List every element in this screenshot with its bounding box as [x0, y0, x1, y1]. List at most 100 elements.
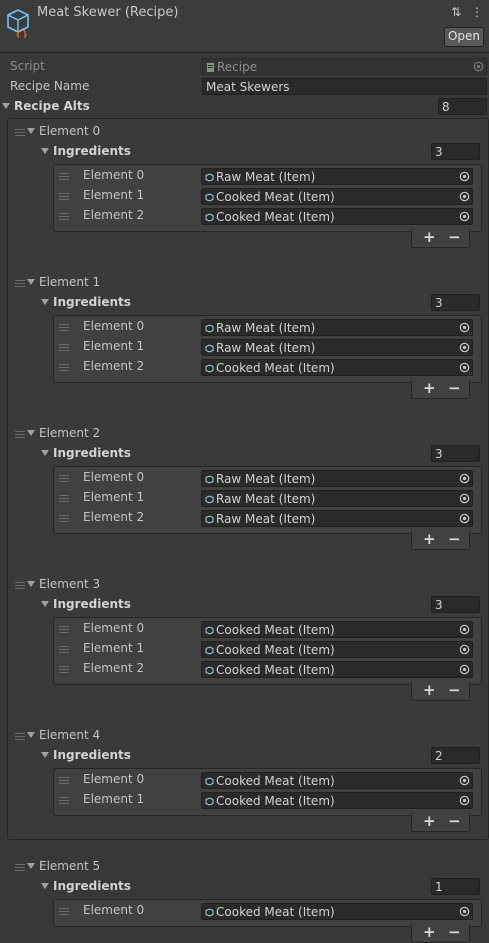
element-foldout[interactable]: Element 2 [27, 426, 100, 440]
ingredients-foldout[interactable]: Ingredients [41, 295, 131, 309]
recipe-name-input[interactable]: Meat Skewers [202, 78, 487, 95]
remove-element-button[interactable]: − [448, 681, 461, 699]
drag-handle-icon[interactable] [59, 495, 69, 502]
drag-handle-icon[interactable] [59, 908, 69, 915]
element-foldout[interactable]: Element 4 [27, 728, 100, 742]
ingredients-size-input[interactable]: 3 [431, 596, 480, 613]
element-foldout[interactable]: Element 3 [27, 577, 100, 591]
foldout-arrow-icon[interactable] [41, 148, 49, 154]
recipe-alts-size-input[interactable]: 8 [438, 98, 487, 115]
object-picker-icon[interactable] [459, 171, 470, 182]
ingredients-size-input[interactable]: 1 [431, 878, 480, 895]
object-picker-icon[interactable] [459, 775, 470, 786]
drag-handle-icon[interactable] [59, 213, 69, 220]
drag-handle-icon[interactable] [59, 646, 69, 653]
drag-handle-icon[interactable] [59, 777, 69, 784]
add-element-button[interactable]: + [423, 923, 436, 941]
foldout-arrow-icon[interactable] [27, 863, 35, 869]
ingredient-object-field[interactable]: Cooked Meat (Item) [201, 359, 473, 376]
drag-handle-icon[interactable] [15, 733, 25, 740]
object-picker-icon[interactable] [459, 211, 470, 222]
ingredients-foldout[interactable]: Ingredients [41, 597, 131, 611]
drag-handle-icon[interactable] [59, 173, 69, 180]
remove-element-button[interactable]: − [448, 923, 461, 941]
drag-handle-icon[interactable] [15, 431, 25, 438]
drag-handle-icon[interactable] [15, 280, 25, 287]
remove-element-button[interactable]: − [448, 379, 461, 397]
drag-handle-icon[interactable] [59, 626, 69, 633]
recipe-alts-foldout[interactable]: Recipe Alts [2, 99, 90, 113]
ingredient-object-field[interactable]: Cooked Meat (Item) [201, 208, 473, 225]
settings-icon[interactable]: ⇅ [451, 5, 461, 19]
remove-element-button[interactable]: − [448, 228, 461, 246]
element-foldout[interactable]: Element 5 [27, 859, 100, 873]
foldout-arrow-icon[interactable] [2, 103, 10, 109]
object-picker-icon[interactable] [459, 624, 470, 635]
ingredient-object-field[interactable]: Raw Meat (Item) [201, 319, 473, 336]
object-picker-icon[interactable] [459, 906, 470, 917]
foldout-arrow-icon[interactable] [41, 601, 49, 607]
ingredients-size-input[interactable]: 3 [431, 445, 480, 462]
ingredient-object-field[interactable]: Cooked Meat (Item) [201, 772, 473, 789]
foldout-arrow-icon[interactable] [41, 299, 49, 305]
object-picker-icon[interactable] [459, 342, 470, 353]
drag-handle-icon[interactable] [15, 129, 25, 136]
add-element-button[interactable]: + [423, 812, 436, 830]
object-picker-icon[interactable] [459, 795, 470, 806]
ingredients-size-input[interactable]: 2 [431, 747, 480, 764]
foldout-arrow-icon[interactable] [27, 732, 35, 738]
add-element-button[interactable]: + [423, 530, 436, 548]
object-picker-icon[interactable] [459, 513, 470, 524]
ingredients-foldout[interactable]: Ingredients [41, 748, 131, 762]
drag-handle-icon[interactable] [59, 797, 69, 804]
ingredient-object-field[interactable]: Cooked Meat (Item) [201, 621, 473, 638]
element-foldout[interactable]: Element 1 [27, 275, 100, 289]
foldout-arrow-icon[interactable] [27, 279, 35, 285]
open-button[interactable]: Open [444, 27, 484, 47]
drag-handle-icon[interactable] [59, 475, 69, 482]
object-picker-icon[interactable] [459, 644, 470, 655]
object-picker-icon[interactable] [459, 493, 470, 504]
foldout-arrow-icon[interactable] [41, 752, 49, 758]
ingredients-foldout[interactable]: Ingredients [41, 144, 131, 158]
object-picker-icon[interactable] [459, 473, 470, 484]
object-picker-icon[interactable] [459, 362, 470, 373]
drag-handle-icon[interactable] [59, 666, 69, 673]
ingredient-object-field[interactable]: Cooked Meat (Item) [201, 661, 473, 678]
ingredient-object-field[interactable]: Cooked Meat (Item) [201, 188, 473, 205]
add-element-button[interactable]: + [423, 681, 436, 699]
foldout-arrow-icon[interactable] [27, 581, 35, 587]
object-picker-icon[interactable] [459, 322, 470, 333]
drag-handle-icon[interactable] [59, 515, 69, 522]
remove-element-button[interactable]: − [448, 530, 461, 548]
drag-handle-icon[interactable] [59, 324, 69, 331]
drag-handle-icon[interactable] [59, 344, 69, 351]
add-element-button[interactable]: + [423, 228, 436, 246]
ingredients-foldout[interactable]: Ingredients [41, 446, 131, 460]
foldout-arrow-icon[interactable] [27, 128, 35, 134]
ingredients-size-input[interactable]: 3 [431, 294, 480, 311]
foldout-arrow-icon[interactable] [41, 450, 49, 456]
ingredient-object-field[interactable]: Cooked Meat (Item) [201, 903, 473, 920]
object-picker-icon[interactable] [459, 664, 470, 675]
object-picker-icon[interactable] [459, 191, 470, 202]
ingredient-object-field[interactable]: Cooked Meat (Item) [201, 641, 473, 658]
ingredient-object-field[interactable]: Raw Meat (Item) [201, 490, 473, 507]
ingredients-foldout[interactable]: Ingredients [41, 879, 131, 893]
ingredient-object-field[interactable]: Cooked Meat (Item) [201, 792, 473, 809]
ingredient-object-field[interactable]: Raw Meat (Item) [201, 470, 473, 487]
ingredient-object-field[interactable]: Raw Meat (Item) [201, 168, 473, 185]
ingredients-size-input[interactable]: 3 [431, 143, 480, 160]
foldout-arrow-icon[interactable] [41, 883, 49, 889]
add-element-button[interactable]: + [423, 379, 436, 397]
menu-icon[interactable]: ⋮ [471, 5, 483, 19]
foldout-arrow-icon[interactable] [27, 430, 35, 436]
drag-handle-icon[interactable] [59, 364, 69, 371]
ingredient-object-field[interactable]: Raw Meat (Item) [201, 510, 473, 527]
drag-handle-icon[interactable] [15, 582, 25, 589]
ingredient-object-field[interactable]: Raw Meat (Item) [201, 339, 473, 356]
remove-element-button[interactable]: − [448, 812, 461, 830]
drag-handle-icon[interactable] [59, 193, 69, 200]
element-foldout[interactable]: Element 0 [27, 124, 100, 138]
drag-handle-icon[interactable] [15, 864, 25, 871]
